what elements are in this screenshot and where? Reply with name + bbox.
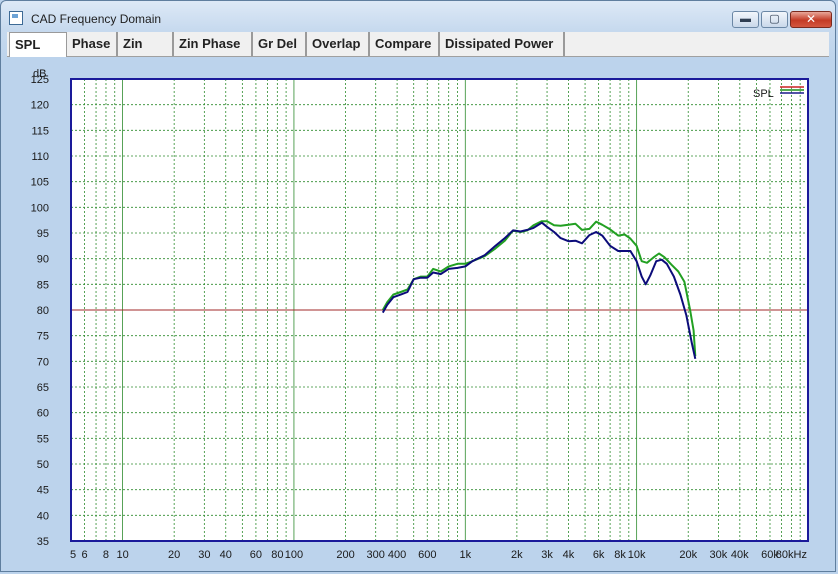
tab-zin[interactable]: Zin [118, 32, 174, 56]
close-button[interactable]: ✕ [790, 11, 832, 28]
app-icon [9, 11, 23, 25]
y-tick-label: 95 [37, 228, 49, 240]
x-tick-label: 60 [250, 549, 262, 561]
y-tick-label: 80 [37, 305, 49, 317]
tab-spl[interactable]: SPL [9, 32, 67, 57]
y-tick-label: 55 [37, 433, 49, 445]
x-tick-label: 6k [593, 549, 605, 561]
x-tick-label: 40k [731, 549, 749, 561]
tab-zin-phase[interactable]: Zin Phase [174, 32, 253, 56]
tab-gr-del[interactable]: Gr Del [253, 32, 307, 56]
y-tick-label: 100 [31, 202, 49, 214]
x-tick-label: 80kHz [776, 549, 807, 561]
y-tick-label: 105 [31, 177, 49, 189]
x-tick-label: 10k [628, 549, 646, 561]
y-tick-label: 45 [37, 485, 49, 497]
y-tick-label: 60 [37, 408, 49, 420]
tab-dissipated-power[interactable]: Dissipated Power [440, 32, 565, 56]
y-tick-label: 85 [37, 279, 49, 291]
x-tick-label: 30 [198, 549, 210, 561]
title-bar[interactable]: CAD Frequency Domain ▬ ▢ ✕ [1, 1, 837, 31]
y-tick-label: 120 [31, 100, 49, 112]
x-tick-label: 40 [220, 549, 232, 561]
x-tick-label: 4k [563, 549, 575, 561]
window-title: CAD Frequency Domain [31, 12, 162, 26]
y-tick-label: 35 [37, 536, 49, 548]
x-tick-label: 1k [459, 549, 471, 561]
y-tick-label: 110 [31, 151, 49, 163]
x-tick-label: 30k [710, 549, 728, 561]
tab-bar: SPL Phase Zin Zin Phase Gr Del Overlap C… [7, 32, 829, 57]
x-tick-label: 100 [285, 549, 303, 561]
legend-label: SPL [753, 88, 774, 100]
tab-compare[interactable]: Compare [370, 32, 440, 56]
x-tick-label: 20k [679, 549, 697, 561]
y-tick-label: 90 [37, 254, 49, 266]
app-window: CAD Frequency Domain ▬ ▢ ✕ SPL Phase Zin… [0, 0, 836, 572]
y-tick-label: 125 [31, 74, 49, 86]
spl-chart[interactable]: dB12512011511010510095908580757065605550… [7, 57, 830, 567]
y-tick-label: 40 [37, 510, 49, 522]
x-tick-label: 200 [336, 549, 354, 561]
x-tick-label: 5 [70, 549, 76, 561]
maximize-button[interactable]: ▢ [761, 11, 788, 28]
chart-panel: dB 125 120 115 110 105 100 95 90 85 80 75 70 65 60 55 50… [7, 57, 830, 567]
tab-overlap[interactable]: Overlap [307, 32, 370, 56]
x-tick-label: 600 [418, 549, 436, 561]
x-tick-label: 6 [82, 549, 88, 561]
x-tick-label: 400 [388, 549, 406, 561]
y-tick-label: 70 [37, 356, 49, 368]
y-tick-label: 50 [37, 459, 49, 471]
y-tick-label: 115 [31, 125, 49, 137]
x-tick-label: 10 [116, 549, 128, 561]
x-tick-label: 20 [168, 549, 180, 561]
x-tick-label: 80 [271, 549, 283, 561]
minimize-button[interactable]: ▬ [732, 11, 759, 28]
y-tick-label: 65 [37, 382, 49, 394]
y-tick-label: 75 [37, 331, 49, 343]
tab-phase[interactable]: Phase [67, 32, 118, 56]
x-tick-label: 2k [511, 549, 523, 561]
x-tick-label: 3k [541, 549, 553, 561]
x-tick-label: 8k [614, 549, 626, 561]
x-tick-label: 300 [367, 549, 385, 561]
x-tick-label: 8 [103, 549, 109, 561]
